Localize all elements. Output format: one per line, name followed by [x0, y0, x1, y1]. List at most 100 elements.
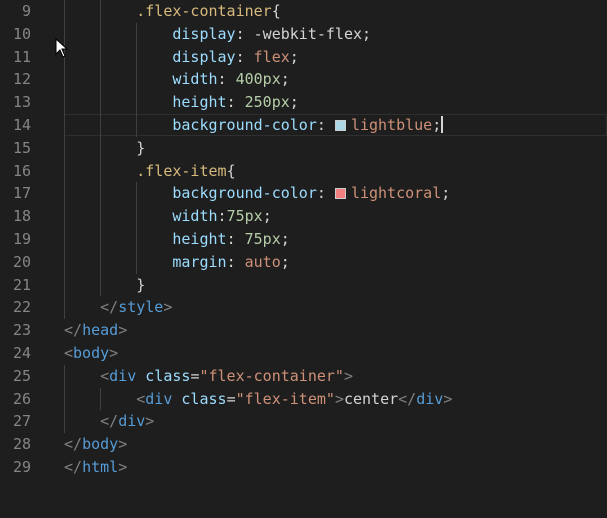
- code-token: 400px: [235, 70, 281, 89]
- code-line[interactable]: 12 width: 400px;: [0, 68, 607, 92]
- code-token: >: [443, 389, 453, 408]
- code-line[interactable]: 21 }: [0, 273, 607, 297]
- line-number: 14: [12, 116, 31, 134]
- line-number: 27: [12, 412, 31, 431]
- code-line[interactable]: 25 <div class="flex-container">: [0, 364, 607, 388]
- code-line[interactable]: 15 }: [0, 136, 607, 160]
- code-line[interactable]: 19 height: 75px;: [0, 228, 607, 251]
- code-line[interactable]: 9 .flex-container{: [0, 0, 607, 23]
- code-token: >: [118, 321, 128, 340]
- code-token: height: [172, 93, 227, 112]
- line-number: 17: [12, 184, 31, 203]
- code-token: ;: [280, 70, 290, 89]
- line-number: 28: [12, 435, 31, 454]
- code-token: ;: [280, 230, 290, 248]
- code-token: =: [226, 389, 236, 408]
- code-line[interactable]: 20 margin: auto;: [0, 250, 607, 274]
- code-line[interactable]: 24 <body>: [0, 342, 607, 365]
- line-number: 13: [12, 93, 31, 112]
- code-token: head: [82, 321, 119, 340]
- code-token: auto: [244, 252, 281, 271]
- code-line[interactable]: 13 height: 250px;: [0, 91, 607, 114]
- code-line[interactable]: 28 </body>: [0, 433, 607, 456]
- code-token: display: [172, 47, 236, 66]
- code-token: "flex-item": [235, 389, 335, 408]
- code-token: {: [226, 161, 236, 180]
- code-token: div: [118, 412, 146, 431]
- code-token: 75px: [244, 230, 281, 248]
- code-line[interactable]: 17 background-color: lightcoral;: [0, 182, 607, 206]
- code-token: div: [109, 366, 137, 385]
- code-token: <: [136, 389, 146, 408]
- code-text: width: 400px;: [64, 68, 290, 91]
- line-number: 24: [12, 344, 31, 362]
- code-token: >: [118, 458, 128, 476]
- code-line[interactable]: 27 </div>: [0, 410, 607, 434]
- code-token: >: [145, 412, 155, 431]
- code-token: :: [217, 207, 227, 226]
- code-token: ;: [262, 207, 272, 226]
- code-token: ;: [289, 93, 299, 112]
- code-line[interactable]: 10 display: -webkit-flex;: [0, 22, 607, 46]
- code-token: class: [181, 389, 227, 408]
- code-token: </: [398, 389, 417, 408]
- line-number: 20: [12, 252, 31, 271]
- code-line[interactable]: 16 .flex-item{: [0, 159, 607, 183]
- code-token: :: [316, 184, 335, 203]
- code-line[interactable]: 22 </style>: [0, 296, 607, 320]
- code-token: width: [172, 207, 218, 226]
- code-text: </head>: [64, 319, 127, 342]
- code-line[interactable]: 23 </head>: [0, 319, 607, 342]
- line-number: 19: [12, 230, 31, 248]
- code-text: background-color: lightblue;: [64, 114, 444, 137]
- code-token: width: [172, 70, 218, 89]
- code-token: </: [64, 458, 83, 476]
- code-text: <div class="flex-container">: [64, 365, 353, 388]
- code-text: <body>: [64, 342, 118, 365]
- code-text: </style>: [64, 296, 172, 319]
- code-token: ;: [280, 252, 290, 271]
- code-token: >: [343, 366, 353, 385]
- code-token: >: [334, 389, 344, 408]
- code-token: height: [172, 230, 227, 248]
- code-line[interactable]: 29 </html>: [0, 456, 607, 479]
- code-token: >: [163, 298, 173, 317]
- code-text: display: -webkit-flex;: [64, 23, 371, 46]
- code-line[interactable]: 26 <div class="flex-item">center</div>: [0, 387, 607, 411]
- line-number: 26: [12, 389, 31, 408]
- code-editor[interactable]: 9 .flex-container{10 display: -webkit-fl…: [0, 0, 607, 518]
- code-token: >: [118, 435, 128, 454]
- code-text: </html>: [64, 456, 127, 479]
- code-text: display: flex;: [64, 46, 298, 69]
- code-token: </: [64, 321, 83, 340]
- color-swatch[interactable]: [334, 120, 346, 131]
- code-line[interactable]: 18 width:75px;: [0, 205, 607, 228]
- code-token: ;: [362, 24, 372, 43]
- code-token: {: [271, 2, 281, 20]
- code-text: <div class="flex-item">center</div>: [64, 388, 452, 411]
- code-token: body: [82, 435, 119, 454]
- line-number: 23: [12, 321, 31, 340]
- code-token: </: [100, 298, 119, 317]
- code-token: html: [82, 458, 119, 476]
- code-token: -webkit-flex: [253, 24, 363, 43]
- code-token: 250px: [244, 93, 290, 112]
- mouse-pointer-icon: [55, 38, 69, 58]
- code-token: .flex-item: [136, 161, 227, 180]
- code-token: :: [235, 47, 254, 66]
- code-token: style: [118, 298, 164, 317]
- code-line[interactable]: 14 background-color: lightblue;: [0, 114, 607, 137]
- line-number: 16: [12, 161, 31, 180]
- code-line[interactable]: 11 display: flex;: [0, 45, 607, 69]
- code-token: </: [100, 412, 119, 431]
- code-token: ;: [432, 116, 442, 134]
- code-token: <: [100, 366, 110, 385]
- code-token: :: [226, 252, 245, 271]
- line-number: 29: [12, 458, 31, 476]
- line-number: 22: [12, 298, 31, 317]
- color-swatch[interactable]: [334, 188, 346, 200]
- code-token: >: [109, 344, 119, 362]
- text-cursor: [441, 116, 444, 133]
- line-number: 21: [12, 275, 31, 294]
